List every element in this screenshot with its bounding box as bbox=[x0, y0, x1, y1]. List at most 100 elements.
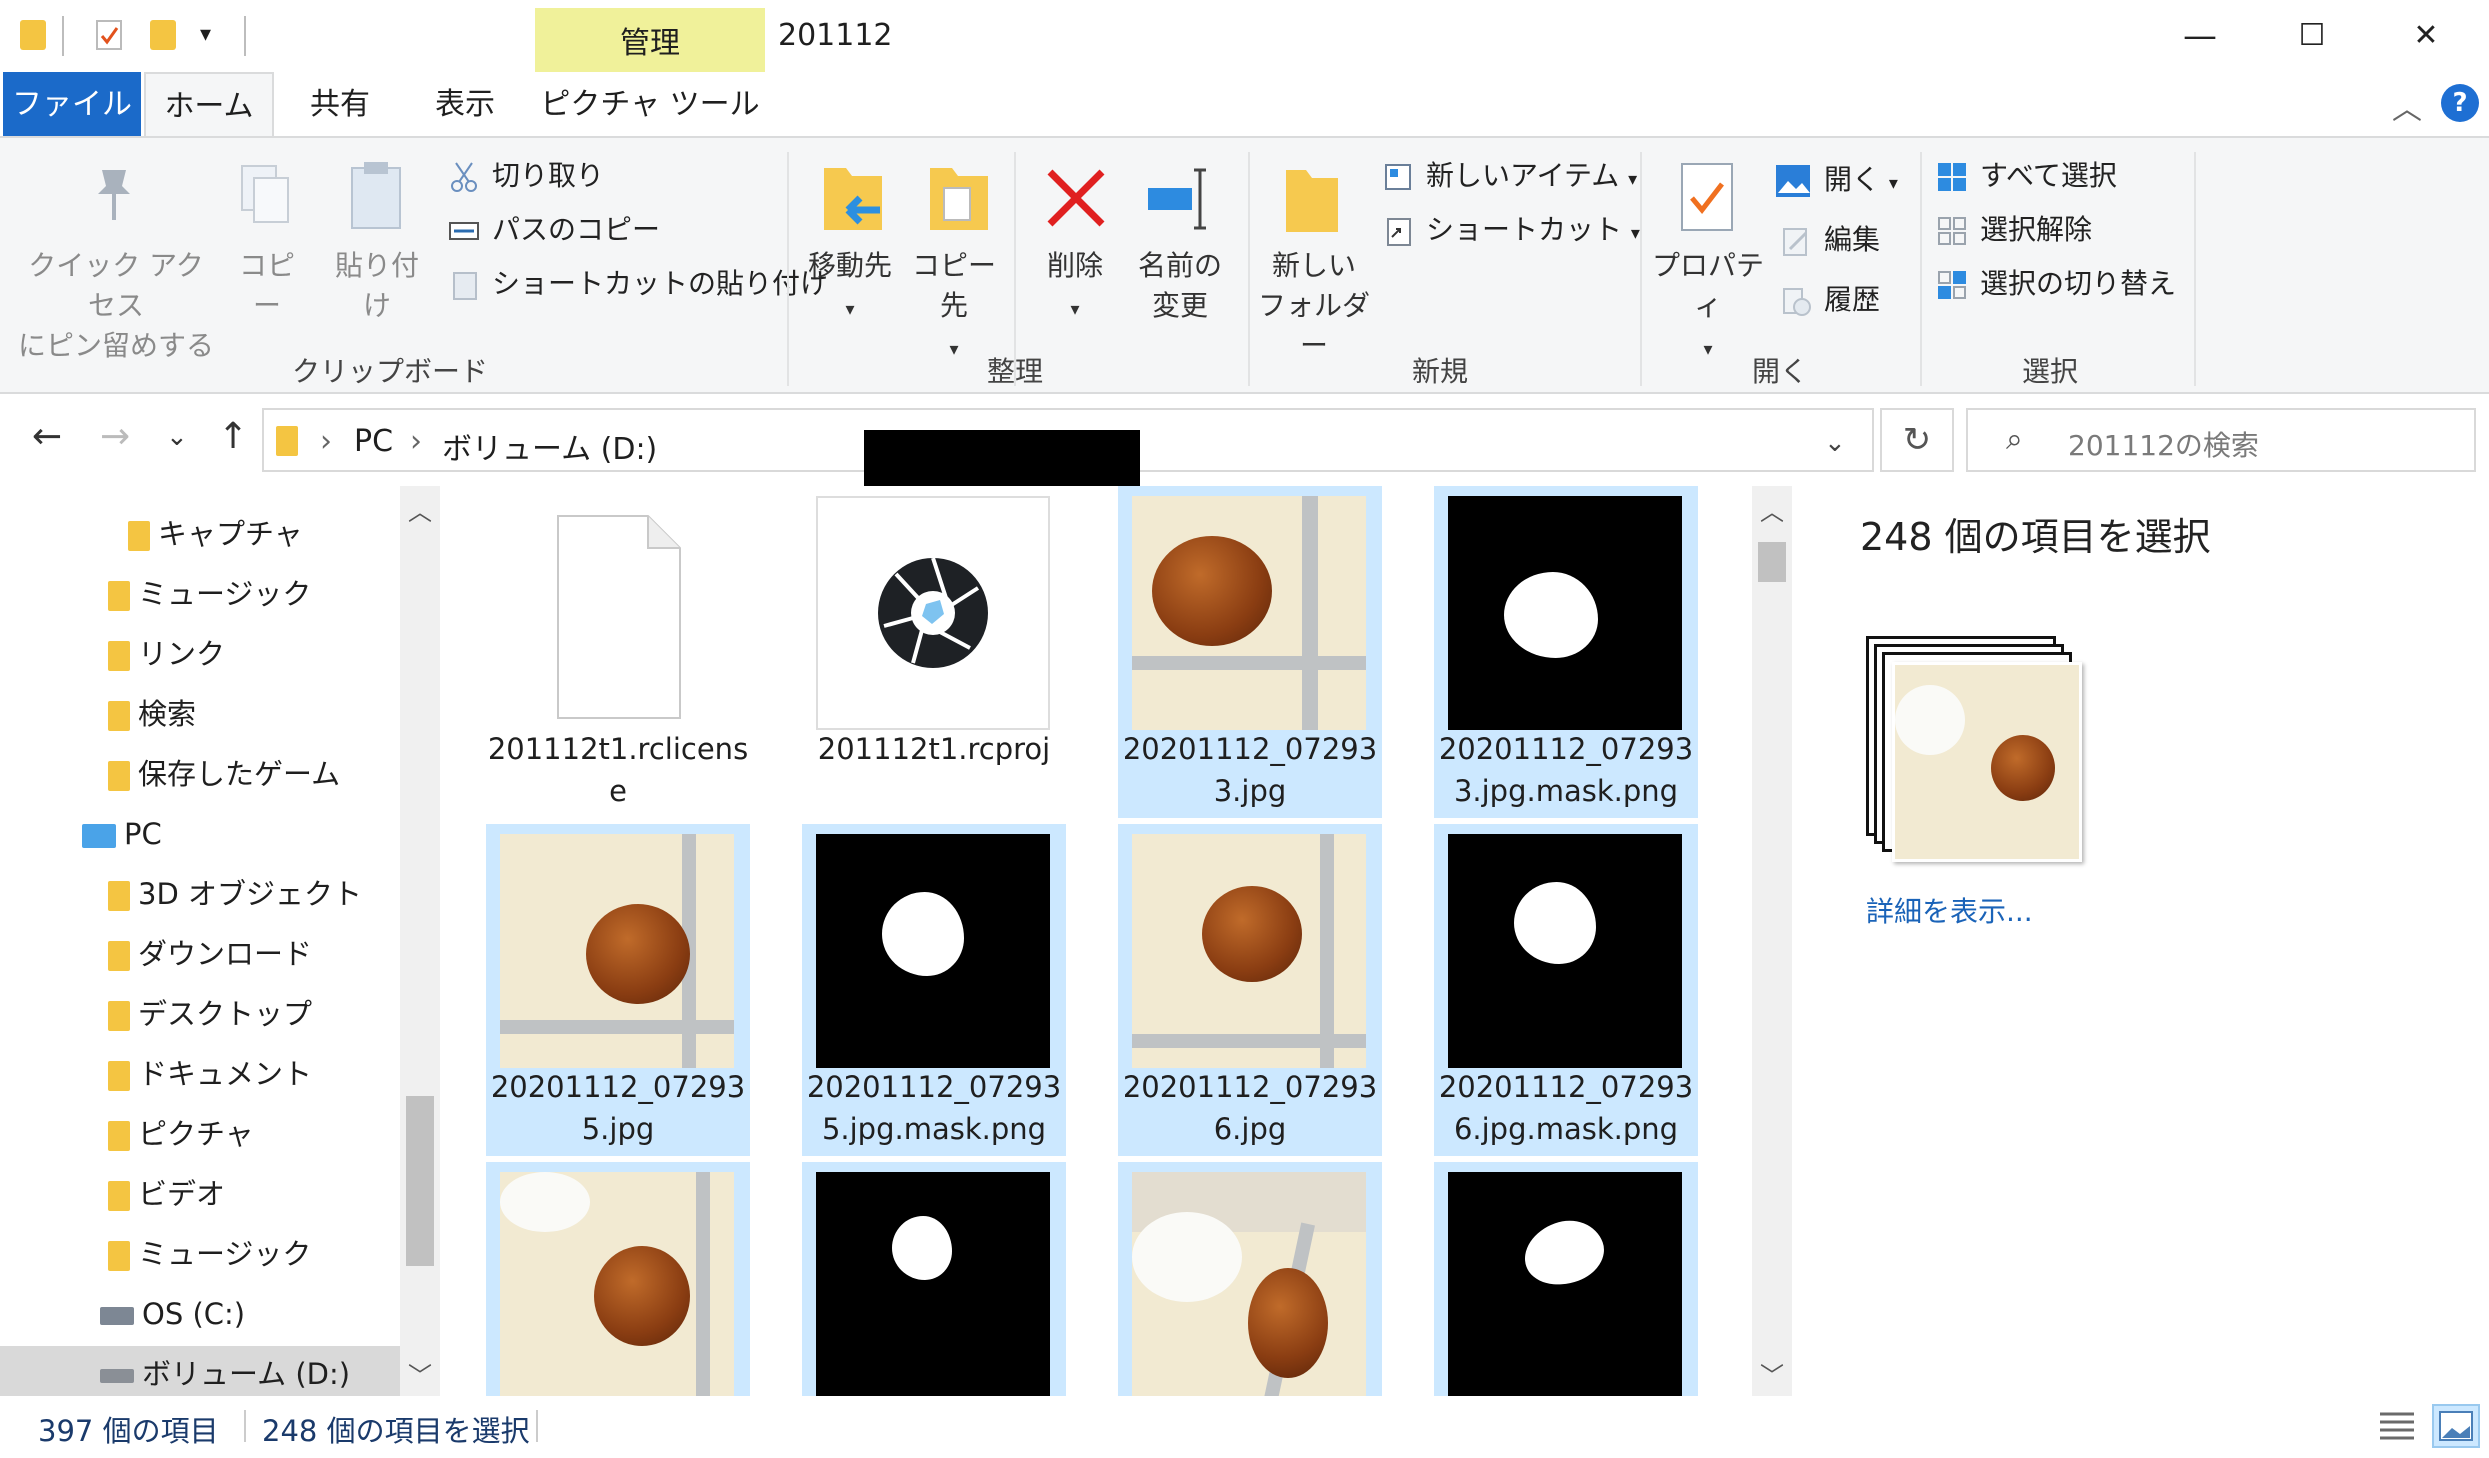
select-all-button[interactable]: すべて選択 bbox=[1936, 156, 2117, 196]
new-item-button[interactable]: 新しいアイテム ▾ bbox=[1382, 156, 1637, 196]
paste-shortcut-button[interactable]: ショートカットの貼り付け bbox=[448, 264, 828, 304]
plate-image bbox=[500, 1172, 590, 1232]
scrollbar-thumb[interactable] bbox=[1758, 542, 1786, 582]
new-folder-button[interactable]: 新しい フォルダー bbox=[1254, 246, 1374, 366]
maximize-button[interactable]: ☐ bbox=[2282, 12, 2342, 60]
delete-label: 削除 bbox=[1046, 249, 1103, 282]
file-tile-selected[interactable] bbox=[486, 1162, 750, 1396]
address-bar[interactable]: › PC › ボリューム (D:) ⌄ bbox=[262, 408, 1874, 486]
file-tile-selected[interactable]: 20201112_072933.jpg bbox=[1118, 486, 1382, 818]
breadcrumb-separator-icon[interactable]: › bbox=[320, 424, 332, 459]
copy-button[interactable]: コピー bbox=[232, 246, 302, 326]
drive-icon bbox=[100, 1307, 134, 1325]
details-view-icon[interactable] bbox=[2376, 1406, 2418, 1446]
edit-button[interactable]: 編集 bbox=[1780, 220, 1880, 260]
file-tile-selected[interactable]: 20201112_072933.jpg.mask.png bbox=[1434, 486, 1698, 818]
move-to-button[interactable]: 移動先 ▾ bbox=[800, 246, 900, 330]
file-tile-selected[interactable]: 20201112_072936.jpg.mask.png bbox=[1434, 824, 1698, 1156]
nav-item-os-c[interactable]: OS (C:) bbox=[0, 1286, 400, 1342]
breadcrumb-volume-d[interactable]: ボリューム (D:) bbox=[442, 424, 657, 468]
collapse-ribbon-icon[interactable]: ︿ bbox=[2392, 84, 2422, 128]
bowl-image bbox=[1152, 536, 1272, 646]
shortcut-button[interactable]: ショートカット ▾ bbox=[1382, 210, 1640, 250]
copy-path-button[interactable]: パスのコピー bbox=[448, 210, 660, 250]
nav-item-desktop[interactable]: デスクトップ bbox=[0, 986, 400, 1042]
copy-path-icon bbox=[448, 215, 480, 247]
open-button[interactable]: 開く ▾ bbox=[1774, 160, 1898, 200]
rename-button[interactable]: 名前の 変更 bbox=[1122, 246, 1238, 326]
search-input[interactable]: ⌕ 201112の検索 bbox=[1966, 408, 2476, 472]
tab-picture-tools[interactable]: ピクチャ ツール bbox=[535, 72, 765, 138]
nav-item-music-2[interactable]: ミュージック bbox=[0, 1226, 400, 1282]
preview-title: 248 個の項目を選択 bbox=[1860, 515, 2211, 559]
stacked-thumbnails-image bbox=[1866, 636, 2086, 866]
nav-item-saved-games[interactable]: 保存したゲーム bbox=[0, 746, 400, 802]
tab-view[interactable]: 表示 bbox=[410, 72, 520, 138]
help-icon[interactable]: ? bbox=[2441, 84, 2479, 122]
address-dropdown-chevron-icon[interactable]: ⌄ bbox=[1824, 428, 1846, 458]
delete-button[interactable]: 削除 ▾ bbox=[1030, 246, 1120, 330]
file-name: 20201112_072936.jpg bbox=[1122, 1070, 1378, 1146]
select-none-label: 選択解除 bbox=[1980, 213, 2093, 246]
properties-label: プロパティ bbox=[1651, 249, 1764, 322]
scroll-down-icon[interactable]: ﹀ bbox=[408, 1356, 432, 1391]
refresh-button[interactable]: ↻ bbox=[1880, 408, 1954, 472]
tab-home[interactable]: ホーム bbox=[144, 72, 274, 138]
paste-button[interactable]: 貼り付け bbox=[322, 246, 432, 326]
nav-item-downloads[interactable]: ダウンロード bbox=[0, 926, 400, 982]
history-button[interactable]: 履歴 bbox=[1780, 280, 1880, 320]
nav-item-volume-d[interactable]: ボリューム (D:) bbox=[0, 1346, 400, 1402]
tab-share[interactable]: 共有 bbox=[285, 72, 395, 138]
mask-thumbnail bbox=[816, 1172, 1050, 1396]
mask-shape bbox=[1514, 882, 1596, 964]
invert-selection-icon bbox=[1936, 269, 1968, 301]
tab-file[interactable]: ファイル bbox=[3, 72, 141, 138]
invert-selection-button[interactable]: 選択の切り替え bbox=[1936, 264, 2176, 304]
new-folder-quick-icon[interactable] bbox=[150, 20, 176, 50]
scroll-down-icon[interactable]: ﹀ bbox=[1760, 1356, 1784, 1391]
nav-item-pc[interactable]: PC bbox=[0, 806, 400, 862]
paste-icon bbox=[346, 158, 406, 232]
paste-shortcut-icon bbox=[448, 269, 480, 301]
file-tile[interactable]: 201112t1.rcproj bbox=[802, 486, 1066, 818]
nav-item-label: ピクチャ bbox=[138, 1117, 254, 1151]
file-tile-selected[interactable] bbox=[1434, 1162, 1698, 1396]
nav-item-music[interactable]: ミュージック bbox=[0, 566, 400, 622]
breadcrumb-separator-icon[interactable]: › bbox=[410, 424, 422, 459]
nav-item-videos[interactable]: ビデオ bbox=[0, 1166, 400, 1222]
up-arrow-icon[interactable]: ↑ bbox=[218, 416, 248, 457]
scrollbar-thumb[interactable] bbox=[406, 1096, 434, 1266]
nav-item-3d-objects[interactable]: 3D オブジェクト bbox=[0, 866, 400, 922]
close-button[interactable]: ✕ bbox=[2396, 12, 2456, 60]
recent-locations-chevron-icon[interactable]: ⌄ bbox=[166, 422, 188, 452]
minimize-button[interactable]: — bbox=[2170, 12, 2230, 60]
nav-item-documents[interactable]: ドキュメント bbox=[0, 1046, 400, 1102]
tab-manage[interactable]: 管理 bbox=[535, 8, 765, 72]
scroll-up-icon[interactable]: ︿ bbox=[1760, 492, 1784, 527]
nav-item-links[interactable]: リンク bbox=[0, 626, 400, 682]
navigation-scrollbar[interactable]: ︿ ﹀ bbox=[400, 486, 440, 1396]
large-icons-view-icon[interactable] bbox=[2432, 1404, 2480, 1448]
file-tile[interactable]: 201112t1.rclicense bbox=[486, 486, 750, 818]
pin-quick-access-button[interactable]: クイック アクセス にピン留めする bbox=[16, 246, 216, 366]
show-details-link[interactable]: 詳細を表示... bbox=[1866, 890, 2033, 930]
file-list-scrollbar[interactable]: ︿ ﹀ bbox=[1752, 486, 1792, 1396]
forward-arrow-icon[interactable]: → bbox=[100, 416, 130, 457]
file-tile-selected[interactable] bbox=[1118, 1162, 1382, 1396]
nav-item-searches[interactable]: 検索 bbox=[0, 686, 400, 742]
drive-icon bbox=[100, 1369, 134, 1383]
select-none-button[interactable]: 選択解除 bbox=[1936, 210, 2092, 250]
scroll-up-icon[interactable]: ︿ bbox=[408, 492, 432, 527]
cut-button[interactable]: 切り取り bbox=[448, 156, 604, 196]
nav-item-capture[interactable]: キャプチャ bbox=[0, 506, 400, 562]
file-tile-selected[interactable]: 20201112_072935.jpg bbox=[486, 824, 750, 1156]
search-folder-icon bbox=[108, 701, 130, 731]
file-tile-selected[interactable]: 20201112_072935.jpg.mask.png bbox=[802, 824, 1066, 1156]
back-arrow-icon[interactable]: ← bbox=[32, 416, 62, 457]
nav-item-pictures[interactable]: ピクチャ bbox=[0, 1106, 400, 1162]
properties-quick-icon[interactable] bbox=[96, 20, 122, 50]
file-tile-selected[interactable] bbox=[802, 1162, 1066, 1396]
breadcrumb-pc[interactable]: PC bbox=[354, 424, 393, 459]
customize-quick-access-icon[interactable]: ▾ bbox=[200, 22, 211, 47]
file-tile-selected[interactable]: 20201112_072936.jpg bbox=[1118, 824, 1382, 1156]
